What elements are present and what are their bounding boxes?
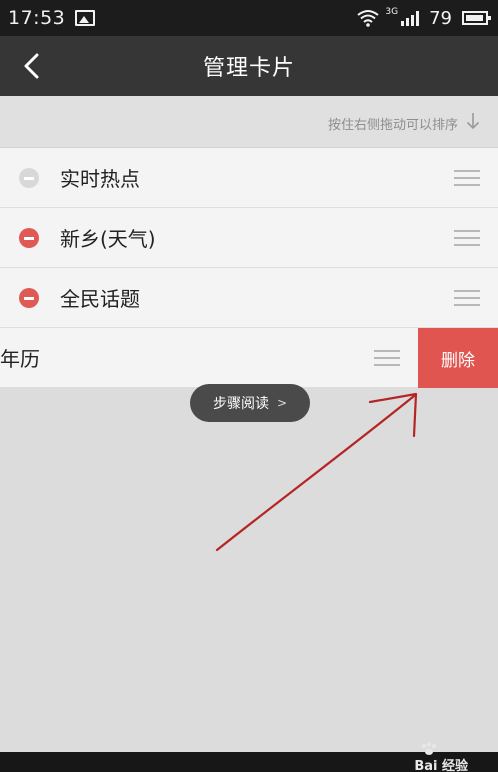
card-label: 新乡(天气) [60, 227, 156, 251]
card-list: 实时热点 新乡(天气) 全民话题 年历 删除 [0, 148, 498, 388]
status-right: 3G 79 [357, 0, 491, 36]
card-row-xinxiang-weather[interactable]: 新乡(天气) [0, 208, 498, 268]
wifi-icon [357, 10, 380, 27]
remove-icon[interactable] [19, 228, 39, 248]
page-title: 管理卡片 [202, 56, 295, 81]
drag-handle-icon[interactable] [454, 170, 480, 186]
status-time: 17:53 [8, 7, 66, 29]
chevron-left-icon [24, 53, 39, 79]
baidu-watermark: Bai 经验 [414, 759, 468, 772]
chevron-right-icon: > [276, 396, 288, 410]
back-button[interactable] [10, 44, 54, 88]
sort-hint-text: 按住右侧拖动可以排序 [327, 118, 458, 133]
remove-icon[interactable] [19, 288, 39, 308]
signal-icon [401, 10, 420, 26]
step-read-label: 步骤阅读 [212, 396, 269, 412]
card-row-public-topics[interactable]: 全民话题 [0, 268, 498, 328]
card-label: 实时热点 [60, 167, 140, 191]
card-label: 年历 [0, 347, 40, 371]
sort-hint-row: 按住右侧拖动可以排序 [0, 96, 498, 148]
card-row-calendar[interactable]: 年历 删除 [0, 328, 498, 388]
drag-handle-icon[interactable] [454, 230, 480, 246]
card-row-realtime-hot[interactable]: 实时热点 [0, 148, 498, 208]
step-read-button[interactable]: 步骤阅读 > [190, 384, 310, 422]
remove-disabled-icon [19, 168, 39, 188]
card-label: 全民话题 [60, 287, 140, 311]
delete-button[interactable]: 删除 [418, 328, 498, 388]
network-type-label: 3G [385, 7, 399, 17]
image-notification-icon [75, 10, 96, 26]
baidu-paw-icon [422, 742, 436, 755]
drag-handle-icon[interactable] [454, 290, 480, 306]
title-bar: 管理卡片 [0, 36, 498, 96]
battery-level: 79 [429, 7, 452, 29]
drag-handle-icon[interactable] [374, 350, 400, 366]
battery-icon [462, 11, 491, 25]
arrow-down-icon [466, 113, 480, 130]
status-bar: 17:53 3G 79 [0, 0, 498, 36]
